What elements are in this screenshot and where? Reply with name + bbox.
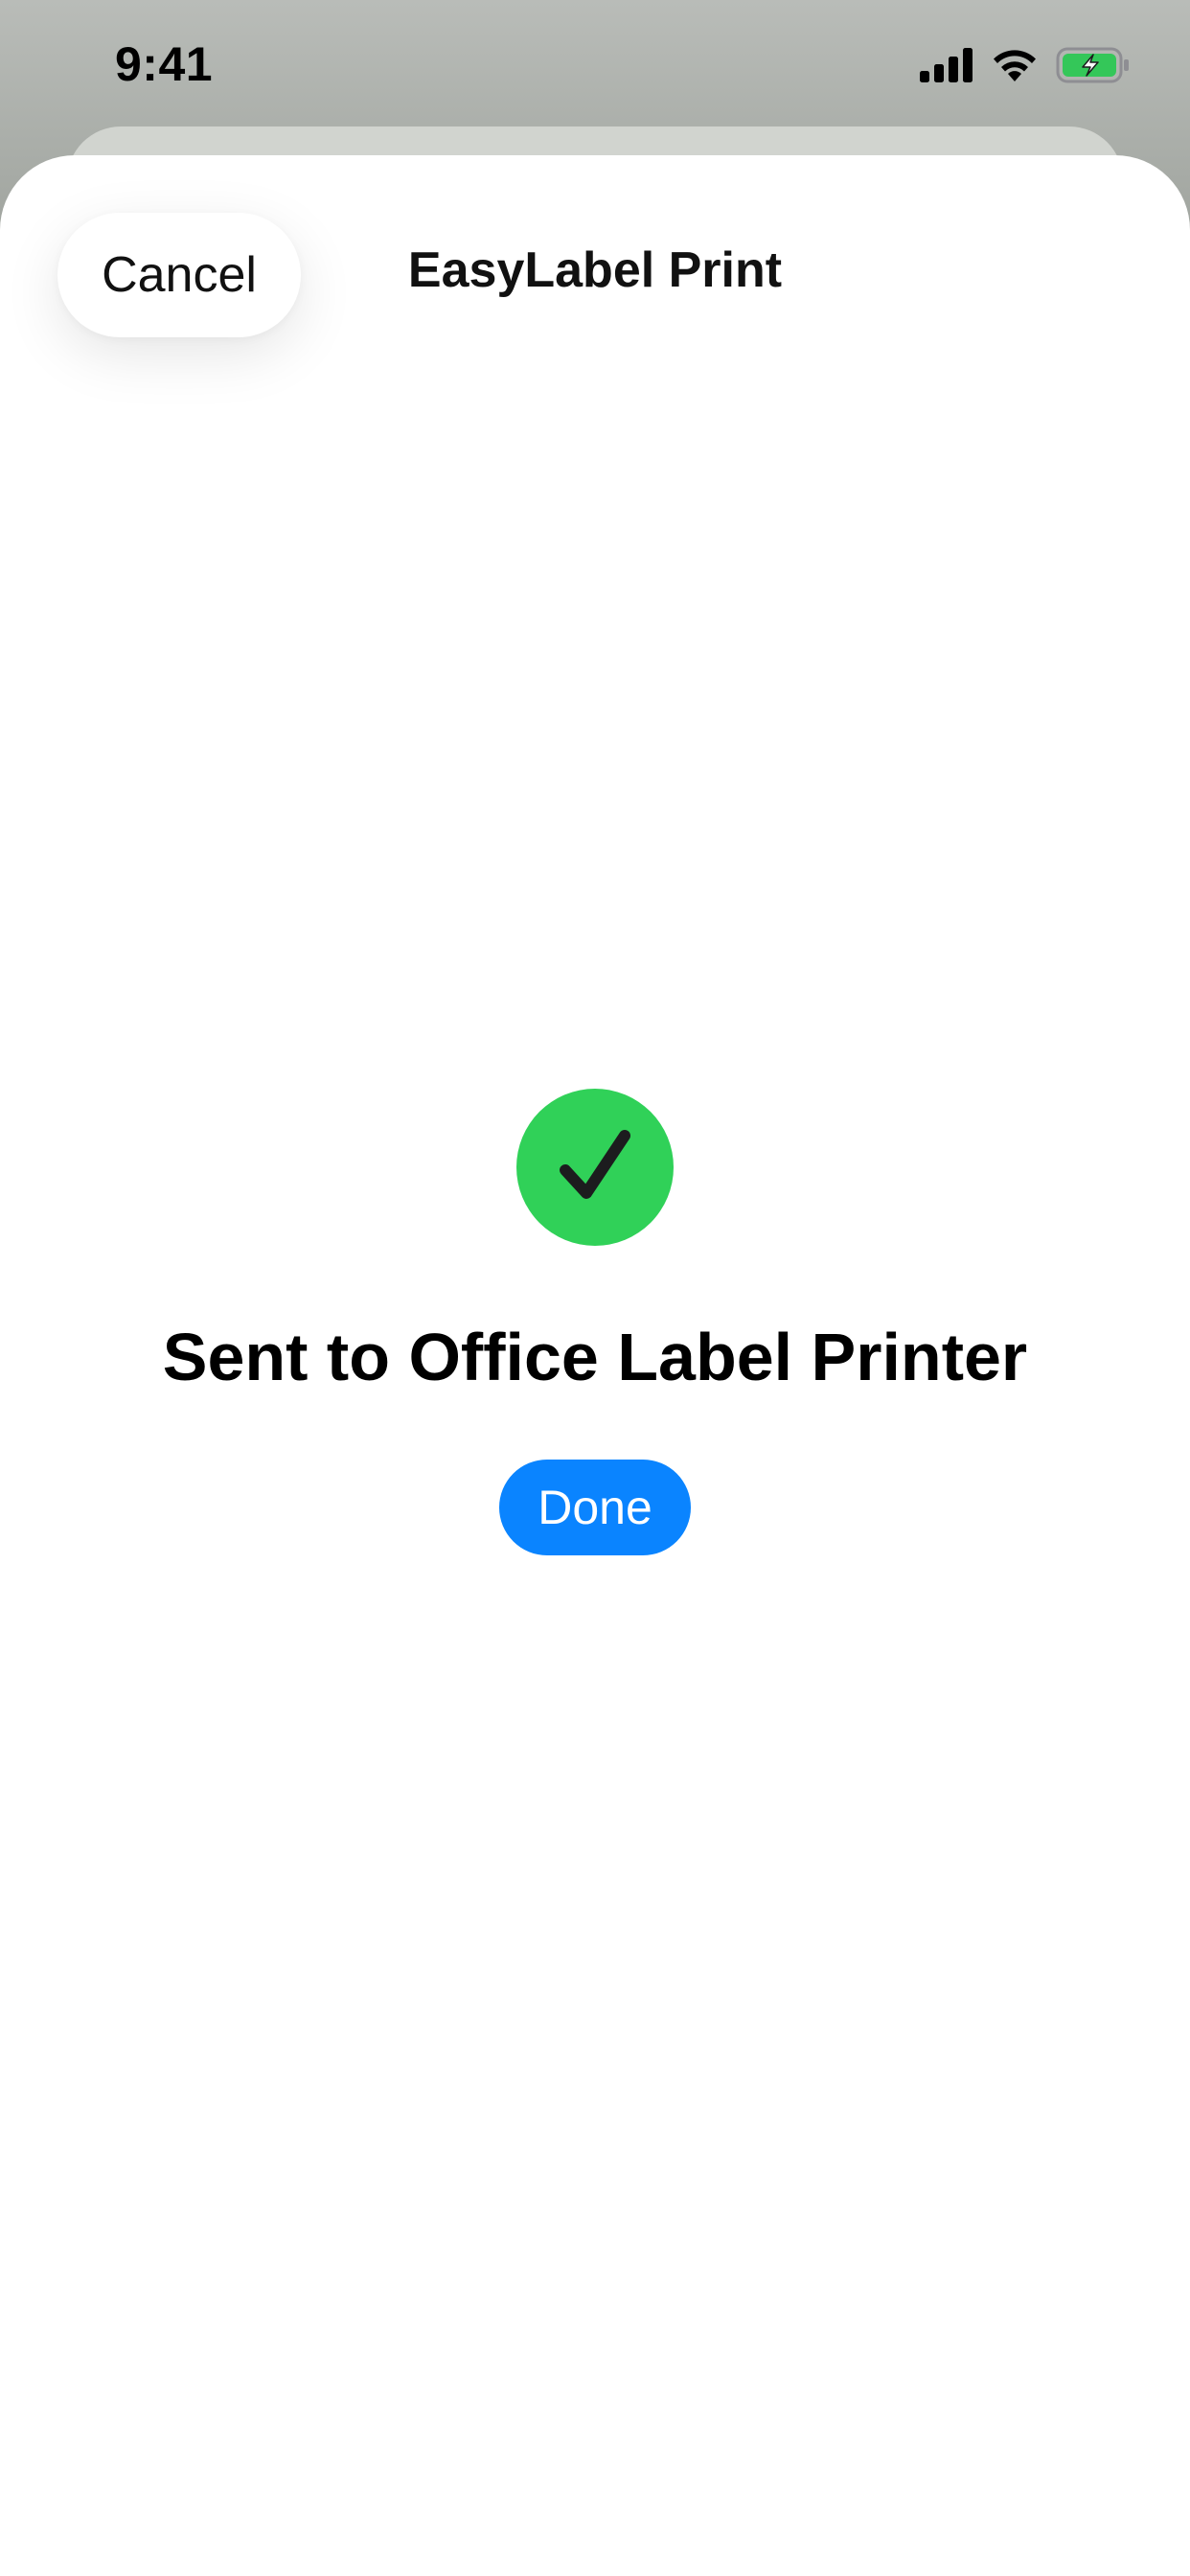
done-button[interactable]: Done: [499, 1460, 691, 1555]
checkmark-icon: [560, 1130, 630, 1199]
battery-charging-icon: [1056, 47, 1129, 83]
sheet-title: EasyLabel Print: [407, 242, 783, 298]
status-icons: [920, 44, 1131, 86]
cellular-signal-icon: [920, 48, 973, 82]
confirmation-message: Sent to Office Label Printer: [162, 1320, 1028, 1394]
status-time: 9:41: [115, 37, 214, 91]
wifi-icon: [994, 50, 1036, 81]
success-badge: [516, 1089, 674, 1246]
status-bar: 9:41: [0, 0, 1190, 128]
